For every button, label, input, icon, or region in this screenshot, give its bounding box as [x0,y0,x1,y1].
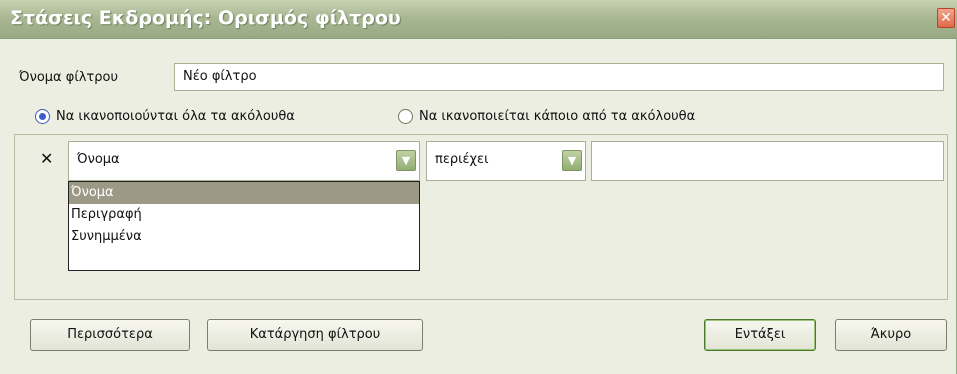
match-any-label: Να ικανοποιείται κάποιο από τα ακόλουθα [419,108,696,124]
field-select[interactable]: Όνομα ▼ [68,141,420,181]
match-any-radio[interactable] [398,108,413,124]
close-icon: ✕ [940,10,952,26]
field-option[interactable]: Συνημμένα [69,226,419,248]
more-button[interactable]: Περισσότερα [30,319,190,351]
match-any-option[interactable]: Να ικανοποιείται κάποιο από τα ακόλουθα [398,106,695,126]
match-all-label: Να ικανοποιούνται όλα τα ακόλουθα [56,108,295,124]
title-bar[interactable]: Στάσεις Εκδρομής: Ορισμός φίλτρου ✕ [0,0,957,39]
field-select-value: Όνομα [77,152,120,167]
ok-button[interactable]: Εντάξει [704,319,816,351]
field-options-list: Όνομα Περιγραφή Συνημμένα [68,181,420,271]
filter-name-input[interactable]: Νέο φίλτρο [174,63,944,91]
rule-value-input[interactable] [591,141,944,181]
cancel-button[interactable]: Άκυρο [835,319,947,351]
chevron-down-icon[interactable]: ▼ [562,150,582,171]
field-option[interactable]: Όνομα [69,182,419,204]
operator-select[interactable]: περιέχει ▼ [426,141,586,181]
match-all-radio[interactable] [35,108,50,124]
window-title: Στάσεις Εκδρομής: Ορισμός φίλτρου [10,7,401,29]
match-all-option[interactable]: Να ικανοποιούνται όλα τα ακόλουθα [35,106,295,126]
chevron-down-icon[interactable]: ▼ [396,150,416,171]
remove-filter-button[interactable]: Κατάργηση φίλτρου [207,319,423,351]
filter-name-label: Όνομα φίλτρου [19,70,118,85]
field-option[interactable]: Περιγραφή [69,204,419,226]
close-button[interactable]: ✕ [937,8,955,28]
remove-rule-icon[interactable]: ✕ [40,149,53,168]
operator-select-value: περιέχει [435,152,489,167]
radio-selected-dot [39,112,46,120]
filter-dialog: Στάσεις Εκδρομής: Ορισμός φίλτρου ✕ Όνομ… [0,0,957,374]
